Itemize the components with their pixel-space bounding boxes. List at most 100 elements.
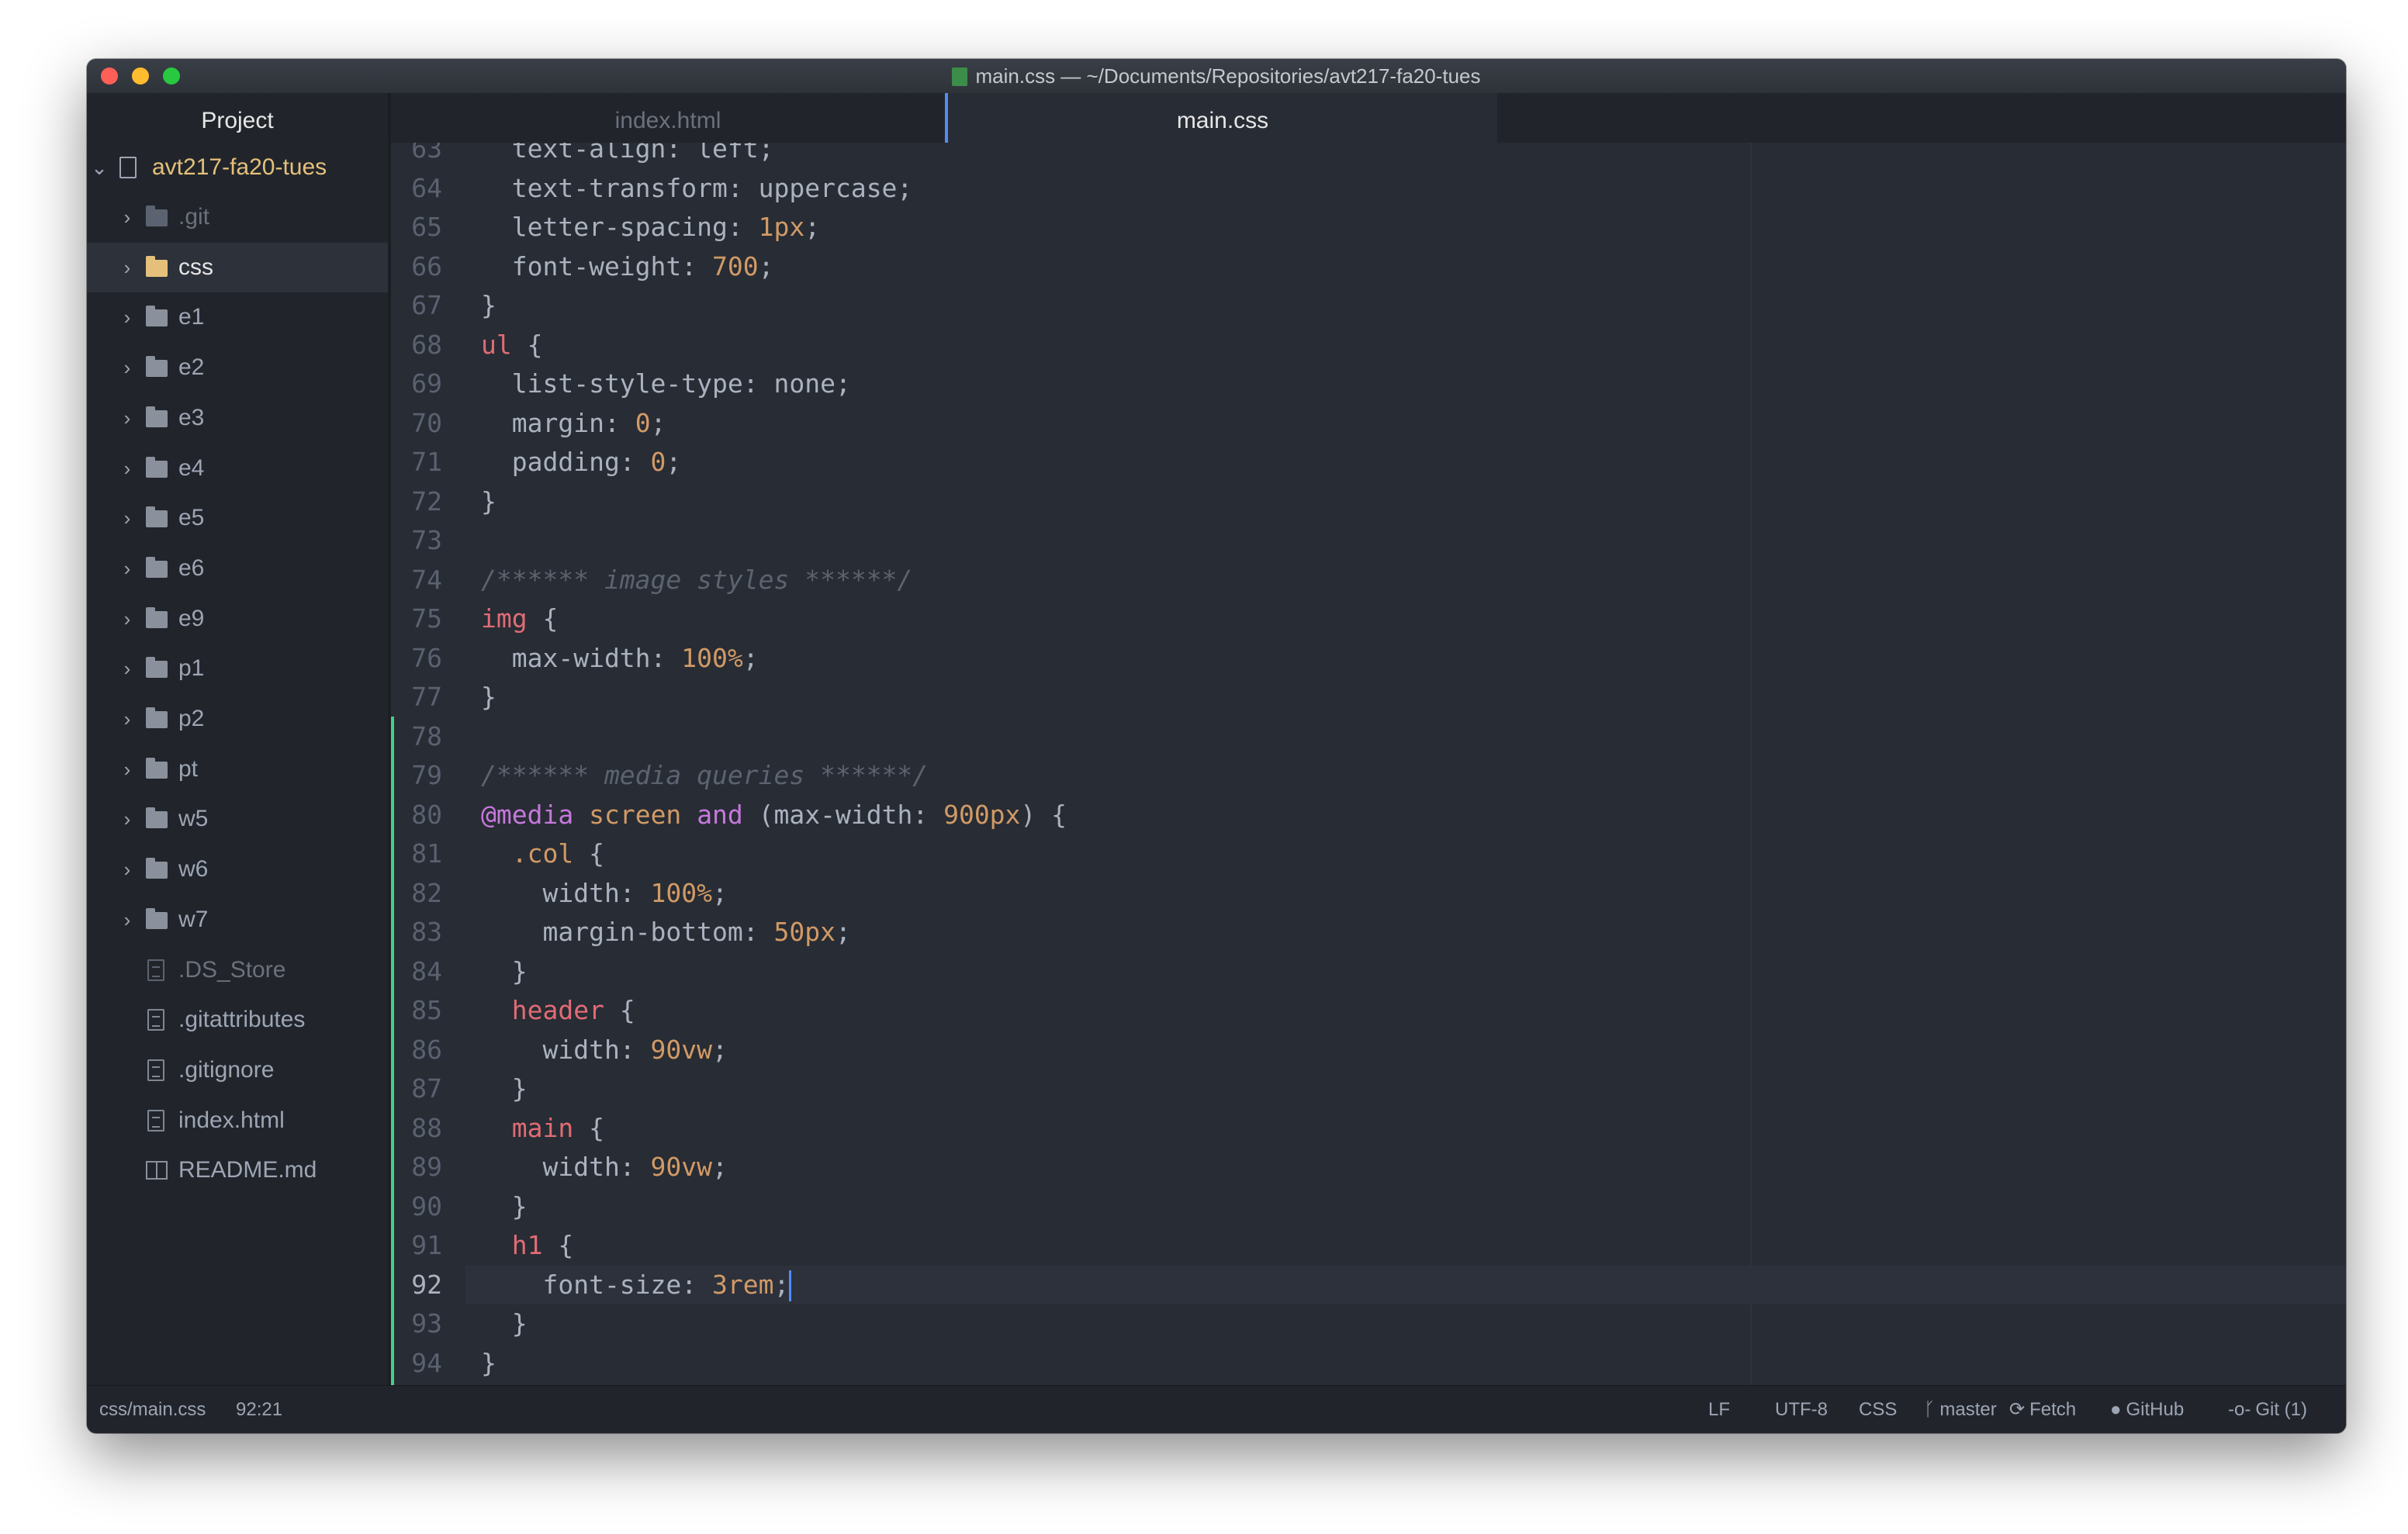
line-number: 65 — [411, 212, 442, 242]
code-line[interactable]: 91 h1 { — [391, 1226, 2346, 1265]
file-icon — [147, 959, 164, 981]
tree-item-e9[interactable]: › e9 — [87, 594, 388, 644]
code-editor[interactable]: 63 text-align: left; 64 text-transform: u… — [391, 143, 2346, 1385]
tree-item-e3[interactable]: › e3 — [87, 393, 388, 443]
line-text: } — [481, 1190, 528, 1221]
code-line[interactable]: 93 } — [391, 1304, 2346, 1343]
code-line[interactable]: 64 text-transform: uppercase; — [391, 169, 2346, 208]
code-line[interactable]: 92 font-size: 3rem; — [391, 1266, 2346, 1304]
line-number: 76 — [411, 642, 442, 673]
tree-item-css[interactable]: › css — [87, 242, 388, 292]
code-line[interactable]: 75 img { — [391, 599, 2346, 638]
code-line[interactable]: 69 list-style-type: none; — [391, 364, 2346, 403]
tree-item-e6[interactable]: › e6 — [87, 544, 388, 593]
code-line[interactable]: 86 width: 90vw; — [391, 1031, 2346, 1069]
line-text: } — [481, 1308, 528, 1339]
status-fetch[interactable]: ⟳ Fetch — [2009, 1386, 2076, 1433]
chevron-right-icon: › — [123, 406, 131, 430]
code-line[interactable]: 78 — [391, 717, 2346, 756]
tree-item-p2[interactable]: › p2 — [87, 694, 388, 744]
tree-item-w6[interactable]: › w6 — [87, 845, 388, 894]
status-grammar[interactable]: CSS — [1859, 1386, 1897, 1433]
status-line-ending[interactable]: LF — [1708, 1386, 1730, 1433]
folder-icon — [146, 606, 168, 628]
tree-item-w7[interactable]: › w7 — [87, 895, 388, 945]
tree-item-label: .gitattributes — [178, 1007, 306, 1033]
tree-item-pt[interactable]: › pt — [87, 745, 388, 794]
code-line[interactable]: 84 } — [391, 952, 2346, 991]
folder-icon — [146, 406, 168, 427]
file-icon — [147, 1059, 164, 1081]
line-text: width: 100%; — [481, 877, 728, 908]
code-line[interactable]: 70 margin: 0; — [391, 404, 2346, 443]
code-line[interactable]: 82 width: 100%; — [391, 874, 2346, 913]
line-text: } — [481, 955, 528, 986]
status-git[interactable]: -o- Git (1) — [2228, 1386, 2307, 1433]
line-text: /****** image styles ******/ — [481, 564, 913, 595]
code-line[interactable]: 71 padding: 0; — [391, 443, 2346, 482]
status-bar: css/main.css 92:21 LF UTF-8 CSS ᚴ master … — [87, 1385, 2346, 1433]
tree-item-e2[interactable]: › e2 — [87, 343, 388, 392]
code-line[interactable]: 83 margin-bottom: 50px; — [391, 913, 2346, 952]
code-line[interactable]: 81 .col { — [391, 834, 2346, 873]
line-number: 79 — [411, 760, 442, 790]
line-number: 84 — [411, 955, 442, 986]
code-line[interactable]: 80 @media screen and (max-width: 900px) { — [391, 796, 2346, 834]
line-text: width: 90vw; — [481, 1152, 728, 1182]
code-line[interactable]: 76 max-width: 100%; — [391, 639, 2346, 678]
code-line[interactable]: 67} — [391, 286, 2346, 325]
code-line[interactable]: 90 } — [391, 1187, 2346, 1226]
line-text: font-weight: 700; — [481, 250, 774, 282]
chevron-right-icon: › — [123, 858, 131, 882]
tree-item-p1[interactable]: › p1 — [87, 644, 388, 693]
code-line[interactable]: 73 — [391, 521, 2346, 560]
code-line[interactable]: 79 /****** media queries ******/ — [391, 756, 2346, 795]
tree-item-index-html[interactable]: index.html — [87, 1096, 388, 1145]
line-number: 81 — [411, 838, 442, 869]
tab-main-css[interactable]: main.css — [945, 93, 1497, 143]
tree-item-git[interactable]: › .git — [87, 192, 388, 242]
folder-icon — [146, 456, 168, 478]
tree-item-gitignore[interactable]: .gitignore — [87, 1045, 388, 1095]
folder-icon — [146, 707, 168, 728]
line-number: 64 — [411, 172, 442, 203]
repo-icon — [119, 157, 137, 178]
tree-item-e4[interactable]: › e4 — [87, 444, 388, 493]
code-line[interactable]: 88 main { — [391, 1109, 2346, 1148]
tree-item-label: p1 — [178, 655, 205, 682]
code-line[interactable]: 74 /****** image styles ******/ — [391, 561, 2346, 599]
code-line[interactable]: 89 width: 90vw; — [391, 1148, 2346, 1187]
tree-root-repo[interactable]: ⌄ avt217-fa20-tues — [87, 143, 388, 192]
code-line[interactable]: 94} — [391, 1344, 2346, 1383]
folder-icon — [146, 356, 168, 378]
text-caret — [789, 1270, 792, 1301]
line-text: .col { — [511, 838, 604, 869]
tree-item-e1[interactable]: › e1 — [87, 292, 388, 342]
line-text: @media screen and (max-width: 900px) { — [481, 799, 1067, 830]
tree-item-w5[interactable]: › w5 — [87, 794, 388, 844]
code-line[interactable]: 68 ul { — [391, 326, 2346, 364]
tree-item-gitattributes[interactable]: .gitattributes — [87, 995, 388, 1045]
code-line[interactable]: 66 font-weight: 700; — [391, 247, 2346, 286]
code-line[interactable]: 77} — [391, 678, 2346, 717]
code-line[interactable]: 72} — [391, 482, 2346, 521]
code-line[interactable]: 63 text-align: left; — [391, 143, 2346, 168]
status-cursor-position[interactable]: 92:21 — [236, 1386, 282, 1433]
line-text: margin: 0; — [481, 407, 666, 438]
editor-window: main.css — ~/Documents/Repositories/avt2… — [87, 59, 2346, 1433]
tree-item-readme-md[interactable]: README.md — [87, 1145, 388, 1195]
status-github[interactable]: ● GitHub — [2110, 1386, 2184, 1433]
chevron-right-icon: › — [123, 907, 131, 931]
status-branch[interactable]: ᚴ master — [1924, 1386, 1997, 1433]
chevron-right-icon: › — [123, 757, 131, 781]
line-text: } — [481, 1347, 496, 1378]
code-line[interactable]: 87 } — [391, 1069, 2346, 1108]
status-file-path[interactable]: css/main.css — [99, 1386, 206, 1433]
tree-item-ds-store[interactable]: .DS_Store — [87, 945, 388, 995]
tab-index-html[interactable]: index.html — [391, 93, 945, 143]
tree-item-e5[interactable]: › e5 — [87, 493, 388, 543]
code-line[interactable]: 65 letter-spacing: 1px; — [391, 208, 2346, 247]
status-encoding[interactable]: UTF-8 — [1775, 1386, 1828, 1433]
window-title-text: main.css — ~/Documents/Repositories/avt2… — [975, 64, 1481, 88]
code-line[interactable]: 85 header { — [391, 991, 2346, 1030]
